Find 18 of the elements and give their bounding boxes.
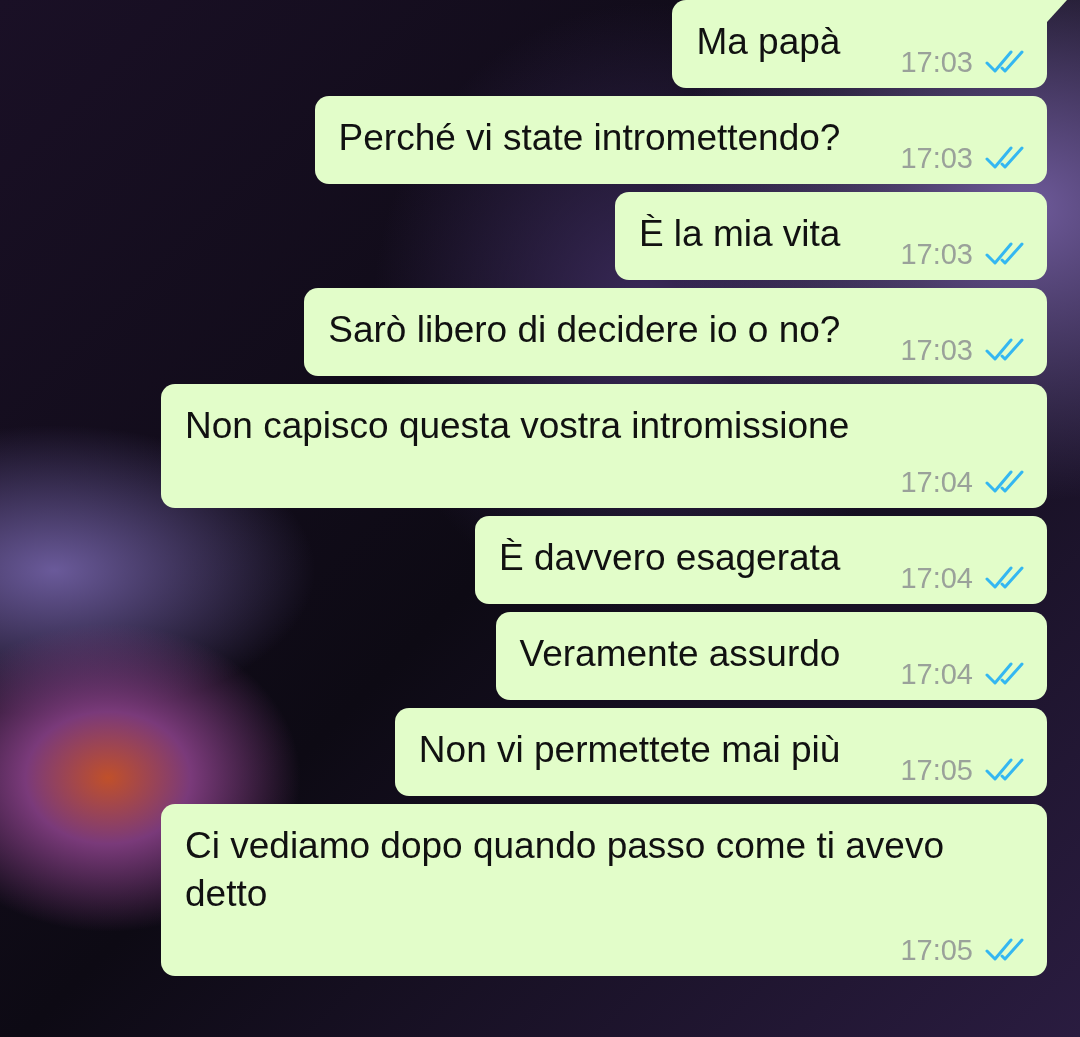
message-time: 17:05 xyxy=(900,753,973,788)
message-time: 17:03 xyxy=(900,333,973,368)
message-time: 17:04 xyxy=(900,561,973,596)
message-text: Ma papà xyxy=(696,20,841,64)
message-time: 17:04 xyxy=(900,657,973,692)
message-time: 17:03 xyxy=(900,237,973,272)
message-text: Veramente assurdo xyxy=(519,632,841,676)
message-text: Perché vi state intromettendo? xyxy=(338,116,841,160)
message-time: 17:04 xyxy=(900,465,973,500)
message-time: 17:03 xyxy=(900,45,973,80)
message-text: Non vi permettete mai più xyxy=(418,728,841,772)
message-time: 17:03 xyxy=(900,141,973,176)
message-text: Non capisco questa vostra intromissione xyxy=(185,404,850,448)
message-text: Sarò libero di decidere io o no? xyxy=(328,308,841,352)
message-text: È davvero esagerata xyxy=(499,536,841,580)
message-text: È la mia vita xyxy=(638,212,841,256)
message-time: 17:05 xyxy=(900,933,973,968)
message-text: Ci vediamo dopo quando passo come ti avevo detto xyxy=(185,824,945,916)
